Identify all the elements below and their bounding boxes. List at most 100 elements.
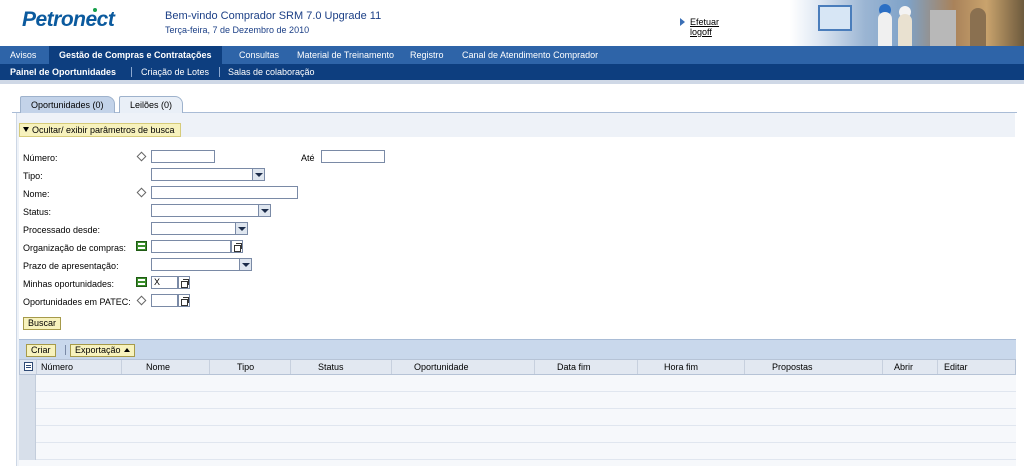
- column-header-abrir[interactable]: Abrir: [890, 360, 938, 374]
- nome-input[interactable]: [151, 186, 298, 199]
- app-root: Petronect Bem-vindo Comprador SRM 7.0 Up…: [0, 0, 1024, 466]
- tipo-select[interactable]: [151, 168, 265, 181]
- row-selector[interactable]: [19, 443, 36, 460]
- banner-figure: [878, 12, 892, 46]
- criar-button[interactable]: Criar: [26, 344, 56, 357]
- nav-item-canal-atendimento[interactable]: Canal de Atendimento Comprador: [454, 46, 606, 64]
- dropdown-arrow-icon[interactable]: [258, 205, 270, 216]
- label-processado-desde: Processado desde:: [23, 225, 101, 235]
- equals-operator-icon[interactable]: [136, 241, 147, 251]
- table-header: Número Nome Tipo Status Oportunidade Dat…: [19, 359, 1016, 375]
- subnav-item-criacao-lotes[interactable]: Criação de Lotes: [141, 64, 209, 80]
- select-all-cell[interactable]: [20, 360, 37, 374]
- tab-oportunidades[interactable]: Oportunidades (0): [20, 96, 115, 113]
- petronect-logo: Petronect: [22, 8, 115, 31]
- nav-item-consultas[interactable]: Consultas: [231, 46, 287, 64]
- label-prazo-apresentacao: Prazo de apresentação:: [23, 261, 119, 271]
- toggle-search-params[interactable]: Ocultar/ exibir parâmetros de busca: [19, 123, 181, 137]
- logoff-label: Efetuar logoff: [690, 17, 720, 37]
- column-header-status[interactable]: Status: [314, 360, 392, 374]
- arrow-right-icon: [680, 18, 685, 26]
- top-navigation: Avisos Gestão de Compras e Contratações …: [0, 46, 1024, 64]
- equals-operator-icon[interactable]: [136, 277, 147, 287]
- table-row: [19, 409, 1016, 426]
- triangle-up-icon: [123, 348, 130, 352]
- subnav-item-painel[interactable]: Painel de Oportunidades: [10, 64, 116, 80]
- dropdown-arrow-icon[interactable]: [252, 169, 264, 180]
- column-header-nome[interactable]: Nome: [142, 360, 210, 374]
- table-row: [19, 426, 1016, 443]
- subnav-item-salas[interactable]: Salas de colaboração: [228, 64, 315, 80]
- column-settings-icon[interactable]: [24, 362, 33, 371]
- label-nome: Nome:: [23, 189, 50, 199]
- header: Petronect Bem-vindo Comprador SRM 7.0 Up…: [0, 0, 1024, 46]
- label-ate: Até: [301, 153, 315, 163]
- logo-dot: [93, 8, 97, 12]
- tab-leiloes[interactable]: Leilões (0): [119, 96, 184, 113]
- table-row: [19, 375, 1016, 392]
- logoff-link[interactable]: Efetuar logoff: [680, 17, 719, 37]
- welcome-text: Bem-vindo Comprador SRM 7.0 Upgrade 11: [165, 10, 382, 22]
- column-header-data-fim[interactable]: Data fim: [553, 360, 638, 374]
- search-form: Número: Até Tipo: Nome: Status: Processa…: [19, 137, 1016, 339]
- value-help-icon[interactable]: [178, 276, 190, 289]
- diamond-icon[interactable]: [136, 151, 147, 162]
- table-row: [19, 392, 1016, 409]
- sub-navigation: Painel de Oportunidades Criação de Lotes…: [0, 64, 1024, 80]
- row-selector[interactable]: [19, 375, 36, 392]
- value-help-icon[interactable]: [231, 240, 243, 253]
- main-content: Oportunidades (0) Leilões (0) Ocultar/ e…: [0, 84, 1024, 466]
- numero-ate-input[interactable]: [321, 150, 385, 163]
- label-numero: Número:: [23, 153, 58, 163]
- column-header-numero[interactable]: Número: [37, 360, 122, 374]
- subnav-separator: [219, 67, 220, 77]
- nav-item-registro[interactable]: Registro: [402, 46, 452, 64]
- row-selector[interactable]: [19, 392, 36, 409]
- oportunidades-patec-input[interactable]: [151, 294, 178, 307]
- status-select[interactable]: [151, 204, 271, 217]
- label-oportunidades-patec: Oportunidades em PATEC:: [23, 297, 131, 307]
- exportacao-label: Exportação: [75, 345, 121, 355]
- computer-illustration: [818, 5, 852, 31]
- processado-desde-select[interactable]: [151, 222, 248, 235]
- exportacao-button[interactable]: Exportação: [70, 344, 135, 357]
- column-header-propostas[interactable]: Propostas: [768, 360, 883, 374]
- table-row: [19, 443, 1016, 460]
- subnav-separator: [131, 67, 132, 77]
- banner-figure: [970, 8, 986, 46]
- dropdown-arrow-icon[interactable]: [235, 223, 247, 234]
- numero-input[interactable]: [151, 150, 215, 163]
- toolbar-separator: [65, 345, 66, 355]
- header-banner-image: [790, 0, 1024, 46]
- row-selector[interactable]: [19, 409, 36, 426]
- column-header-editar[interactable]: Editar: [940, 360, 1015, 374]
- table-toolbar: Criar Exportação: [19, 339, 1016, 359]
- toggle-search-label: Ocultar/ exibir parâmetros de busca: [32, 125, 175, 135]
- banner-structure: [930, 10, 956, 46]
- buscar-button[interactable]: Buscar: [23, 317, 62, 330]
- row-selector[interactable]: [19, 426, 36, 443]
- label-tipo: Tipo:: [23, 171, 43, 181]
- label-minhas-oportunidades: Minhas oportunidades:: [23, 279, 115, 289]
- prazo-apresentacao-select[interactable]: [151, 258, 252, 271]
- triangle-down-icon: [23, 127, 29, 132]
- nav-item-gestao-compras[interactable]: Gestão de Compras e Contratações: [49, 46, 222, 64]
- nav-item-material-treinamento[interactable]: Material de Treinamento: [289, 46, 402, 64]
- diamond-icon[interactable]: [136, 187, 147, 198]
- label-status: Status:: [23, 207, 52, 217]
- minhas-oportunidades-input[interactable]: X: [151, 276, 178, 289]
- banner-figure: [898, 14, 912, 46]
- value-help-icon[interactable]: [178, 294, 190, 307]
- organizacao-compras-input[interactable]: [151, 240, 231, 253]
- column-header-tipo[interactable]: Tipo: [233, 360, 291, 374]
- column-header-oportunidade[interactable]: Oportunidade: [410, 360, 535, 374]
- diamond-icon[interactable]: [136, 295, 147, 306]
- nav-item-avisos[interactable]: Avisos: [2, 46, 44, 64]
- tab-strip: Oportunidades (0) Leilões (0): [12, 96, 1017, 113]
- label-organizacao-compras: Organização de compras:: [23, 243, 127, 253]
- date-text: Terça-feira, 7 de Dezembro de 2010: [165, 25, 310, 35]
- table-body: [19, 375, 1016, 466]
- dropdown-arrow-icon[interactable]: [239, 259, 251, 270]
- tab-panel: Ocultar/ exibir parâmetros de busca Núme…: [16, 113, 1016, 466]
- column-header-hora-fim[interactable]: Hora fim: [660, 360, 745, 374]
